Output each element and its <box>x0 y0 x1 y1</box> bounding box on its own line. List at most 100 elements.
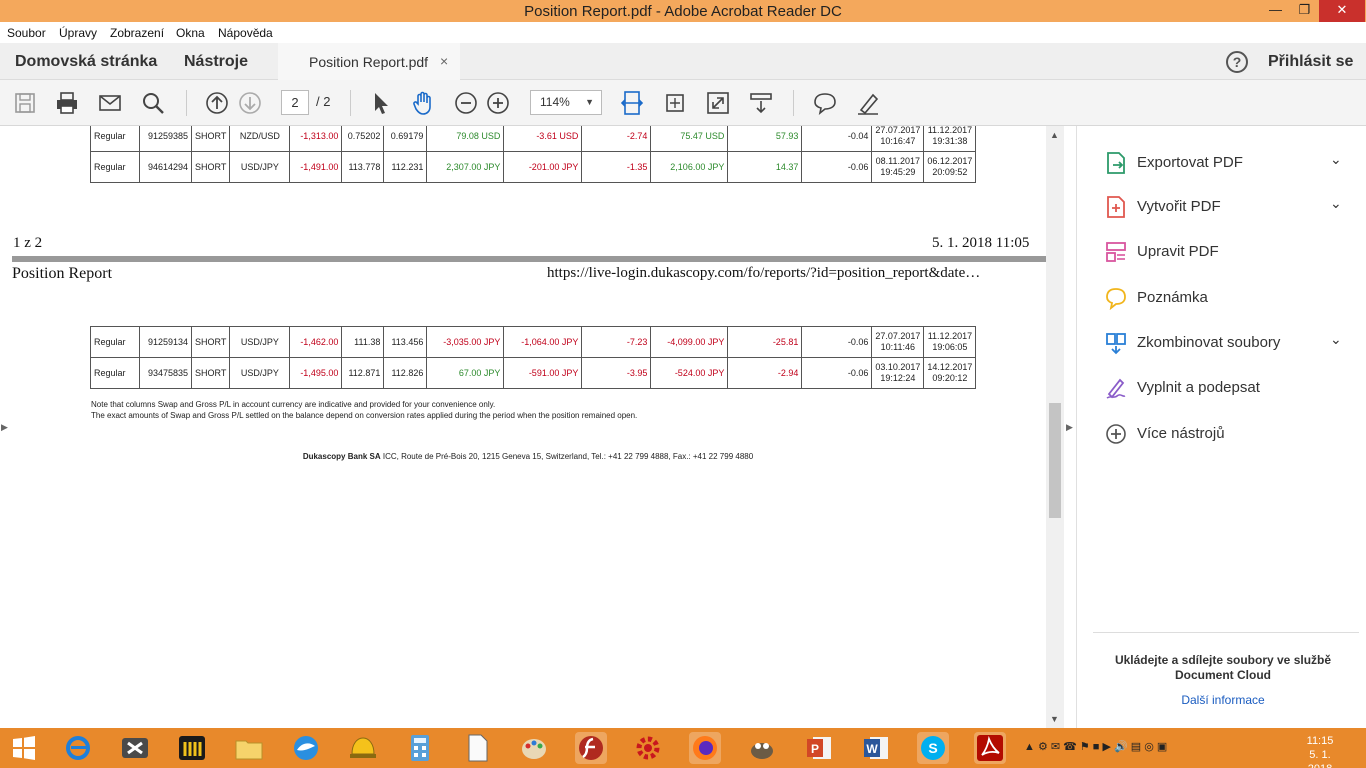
tool-label: Poznámka <box>1137 289 1208 306</box>
tool-fill-sign[interactable]: Vyplnit a podepsat <box>1105 373 1355 403</box>
table-cell: 57.93 <box>727 126 803 152</box>
word-icon[interactable]: W <box>860 732 892 764</box>
tab-tools[interactable]: Nástroje <box>184 53 248 71</box>
time-text: 10:11:46 <box>880 342 916 352</box>
table-cell: -3.95 <box>581 357 652 389</box>
start-windows-icon[interactable] <box>8 732 40 764</box>
page-number-input[interactable]: 2 <box>281 90 309 115</box>
bird-app-icon[interactable] <box>290 732 322 764</box>
table-cell: -3.61 USD <box>503 126 583 152</box>
table-cell: SHORT <box>190 126 231 152</box>
table-cell: 79.08 USD <box>426 126 505 152</box>
tab-document[interactable]: Position Report.pdf × <box>278 43 460 80</box>
zoom-out-icon[interactable] <box>453 90 479 116</box>
chevron-down-icon[interactable]: ⌄ <box>1330 331 1342 348</box>
tool-edit-pdf[interactable]: Upravit PDF <box>1105 237 1355 267</box>
vertical-scrollbar[interactable]: ▲ ▼ <box>1046 126 1064 728</box>
menu-soubor[interactable]: Soubor <box>7 26 46 40</box>
acrobat-reader-icon[interactable] <box>974 732 1006 764</box>
scroll-up-icon[interactable]: ▲ <box>1050 130 1059 140</box>
full-screen-icon[interactable] <box>705 90 731 116</box>
helmet-app-icon[interactable] <box>347 732 379 764</box>
tool-create-pdf[interactable]: Vytvořit PDF ⌄ <box>1105 192 1355 222</box>
scrollbar-thumb[interactable] <box>1049 403 1061 518</box>
table-cell: USD/JPY <box>229 151 291 183</box>
powerpoint-icon[interactable]: P <box>803 732 835 764</box>
sign-in-button[interactable]: Přihlásit se <box>1268 53 1353 71</box>
table-cell: USD/JPY <box>229 357 291 389</box>
rotate-icon[interactable] <box>662 90 688 116</box>
fill-sign-icon <box>1106 378 1126 399</box>
email-icon[interactable] <box>97 90 123 116</box>
date-text: 08.11.2017 <box>875 156 921 166</box>
internet-explorer-icon[interactable] <box>62 732 94 764</box>
combine-files-icon <box>1106 333 1126 355</box>
taskbar-clock[interactable]: 11:15 5. 1. 2018 <box>1296 734 1344 768</box>
fit-width-icon[interactable] <box>619 90 645 116</box>
table-cell: Regular <box>90 126 140 152</box>
close-tab-icon[interactable]: × <box>440 53 448 69</box>
trading-app-icon[interactable] <box>119 732 151 764</box>
chevron-down-icon[interactable]: ⌄ <box>1330 151 1342 168</box>
select-cursor-icon[interactable] <box>367 90 393 116</box>
restore-button[interactable]: ❐ <box>1290 0 1319 22</box>
document-view[interactable]: Regular 91259385 SHORT NZD/USD -1,313.00 0.75… <box>0 126 1064 728</box>
gear-app-icon[interactable] <box>632 732 664 764</box>
hand-tool-icon[interactable] <box>410 90 436 116</box>
tools-pane: Exportovat PDF ⌄ Vytvořit PDF ⌄ Upravit … <box>1076 126 1366 728</box>
table-cell-datetime: 11.12.2017 19:06:05 <box>923 326 977 358</box>
document-cloud-promo: Ukládejte a sdílejte soubory ve službě Do… <box>1093 653 1353 683</box>
chevron-down-icon[interactable]: ⌄ <box>1330 195 1342 212</box>
flash-app-icon[interactable] <box>575 732 607 764</box>
tool-combine-files[interactable]: Zkombinovat soubory ⌄ <box>1105 328 1355 358</box>
firefox-icon[interactable] <box>689 732 721 764</box>
tab-home[interactable]: Domovská stránka <box>15 53 157 71</box>
previous-page-icon[interactable] <box>204 90 230 116</box>
date-text: 06.12.2017 <box>927 156 973 166</box>
table-cell: -1,495.00 <box>289 357 343 389</box>
table-cell-datetime: 03.10.2017 19:12:24 <box>871 357 925 389</box>
print-icon[interactable] <box>54 90 80 116</box>
table-cell: Regular <box>90 151 140 183</box>
search-icon[interactable] <box>140 90 166 116</box>
table-cell: -1,491.00 <box>289 151 343 183</box>
help-icon[interactable]: ? <box>1226 51 1248 73</box>
tool-export-pdf[interactable]: Exportovat PDF ⌄ <box>1105 148 1355 178</box>
table-cell: 91259134 <box>139 326 192 358</box>
comment-icon[interactable] <box>812 90 838 116</box>
table-cell: -2.74 <box>581 126 652 152</box>
menu-upravy[interactable]: Úpravy <box>59 26 97 40</box>
table-cell: 112.871 <box>341 357 385 389</box>
table-cell: -2.94 <box>727 357 803 389</box>
skype-icon[interactable]: S <box>917 732 949 764</box>
table-cell: 112.231 <box>383 151 428 183</box>
zoom-select[interactable]: 114% ▼ <box>530 90 602 115</box>
date-text: 11.12.2017 <box>927 126 973 135</box>
metatrader-icon[interactable] <box>176 732 208 764</box>
paint-palette-icon[interactable] <box>518 732 550 764</box>
more-info-link[interactable]: Další informace <box>1093 693 1353 707</box>
calculator-icon[interactable] <box>404 732 436 764</box>
scroll-down-icon[interactable]: ▼ <box>1050 714 1059 724</box>
tool-more-tools[interactable]: Více nástrojů <box>1105 419 1355 449</box>
table-cell: -1.35 <box>581 151 652 183</box>
gimp-icon[interactable] <box>746 732 778 764</box>
left-pane-handle-icon[interactable]: ▶ <box>1 422 8 433</box>
zoom-in-icon[interactable] <box>485 90 511 116</box>
save-icon[interactable] <box>12 90 38 116</box>
menu-napoveda[interactable]: Nápověda <box>218 26 273 40</box>
system-tray-icons[interactable]: ▲ ⚙ ✉ ☎ ⚑ ■ ▶ 🔊 ▤ ◎ ▣ <box>1024 740 1167 753</box>
next-page-icon[interactable] <box>237 90 263 116</box>
menu-zobrazeni[interactable]: Zobrazení <box>110 26 164 40</box>
right-pane-handle-icon[interactable]: ▶ <box>1066 422 1073 433</box>
menu-okna[interactable]: Okna <box>176 26 205 40</box>
tool-comment[interactable]: Poznámka <box>1105 283 1355 313</box>
table-cell: -591.00 JPY <box>503 357 583 389</box>
file-explorer-icon[interactable] <box>233 732 265 764</box>
scroll-mode-icon[interactable] <box>748 90 774 116</box>
close-window-button[interactable]: ✕ <box>1319 0 1365 22</box>
minimize-button[interactable]: — <box>1261 0 1290 22</box>
document-file-icon[interactable] <box>461 732 493 764</box>
highlight-pen-icon[interactable] <box>855 90 881 116</box>
table-cell-datetime: 14.12.2017 09:20:12 <box>923 357 977 389</box>
